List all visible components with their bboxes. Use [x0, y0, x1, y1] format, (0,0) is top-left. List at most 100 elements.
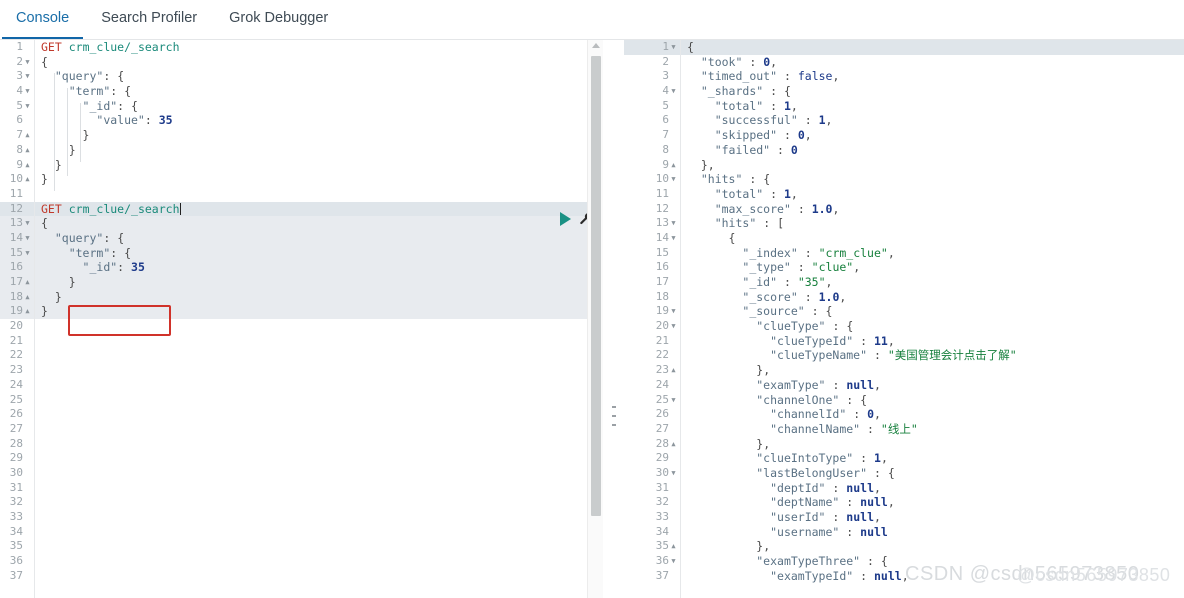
- code-line[interactable]: "timed_out" : false,: [681, 69, 1184, 84]
- code-line[interactable]: "hits" : {: [681, 172, 1184, 187]
- code-line[interactable]: [35, 187, 603, 202]
- code-line[interactable]: "channelOne" : {: [681, 393, 1184, 408]
- code-line[interactable]: }: [35, 172, 603, 187]
- code-line[interactable]: [35, 451, 603, 466]
- code-line[interactable]: },: [681, 363, 1184, 378]
- code-line[interactable]: "_score" : 1.0,: [681, 290, 1184, 305]
- code-line[interactable]: "clueTypeName" : "美国管理会计点击了解": [681, 348, 1184, 363]
- code-line[interactable]: "channelId" : 0,: [681, 407, 1184, 422]
- fold-toggle-icon[interactable]: ▼: [669, 216, 678, 231]
- fold-toggle-icon[interactable]: ▲: [669, 363, 678, 378]
- request-pane[interactable]: 1 2 ▼ 3 ▼ 4 ▼ 5 ▼ 6 7 ▲ 8 ▲ 9 ▲ 10 ▲ 11 12 13 ▼ 14 ▼ 15 ▼ 16 17 ▲ 18 ▲…: [0, 40, 603, 598]
- code-line[interactable]: "value": 35: [35, 113, 603, 128]
- code-line[interactable]: "max_score" : 1.0,: [681, 202, 1184, 217]
- code-line[interactable]: "term": {: [35, 84, 603, 99]
- code-line[interactable]: },: [681, 539, 1184, 554]
- code-line[interactable]: "query": {: [35, 69, 603, 84]
- code-line[interactable]: GET crm_clue/_search: [35, 201, 603, 217]
- fold-toggle-icon[interactable]: ▼: [669, 554, 678, 569]
- code-line[interactable]: "took" : 0,: [681, 55, 1184, 70]
- fold-toggle-icon[interactable]: ▲: [669, 437, 678, 452]
- code-line[interactable]: [35, 510, 603, 525]
- code-line[interactable]: {: [681, 231, 1184, 246]
- code-line[interactable]: }: [35, 128, 603, 143]
- fold-toggle-icon[interactable]: ▲: [23, 128, 32, 143]
- code-line[interactable]: [35, 334, 603, 349]
- tab-grok-debugger[interactable]: Grok Debugger: [213, 0, 344, 38]
- code-line[interactable]: [35, 437, 603, 452]
- code-line[interactable]: [35, 481, 603, 496]
- pane-splitter[interactable]: [603, 40, 624, 598]
- code-line[interactable]: [35, 363, 603, 378]
- fold-toggle-icon[interactable]: ▼: [669, 304, 678, 319]
- code-line[interactable]: [35, 319, 603, 334]
- request-vertical-scrollbar[interactable]: [587, 40, 603, 598]
- fold-toggle-icon[interactable]: ▼: [669, 172, 678, 187]
- code-line[interactable]: "channelName" : "线上": [681, 422, 1184, 437]
- scroll-up-arrow-icon[interactable]: [592, 43, 600, 48]
- code-line[interactable]: [35, 539, 603, 554]
- fold-toggle-icon[interactable]: ▼: [23, 246, 32, 261]
- code-line[interactable]: "term": {: [35, 245, 603, 261]
- code-line[interactable]: "clueIntoType" : 1,: [681, 451, 1184, 466]
- code-line[interactable]: "clueTypeId" : 11,: [681, 334, 1184, 349]
- fold-toggle-icon[interactable]: ▼: [23, 216, 32, 231]
- code-line[interactable]: [35, 378, 603, 393]
- code-line[interactable]: "_type" : "clue",: [681, 260, 1184, 275]
- fold-toggle-icon[interactable]: ▲: [23, 158, 32, 173]
- tab-console[interactable]: Console: [0, 0, 85, 39]
- code-line[interactable]: {: [35, 216, 603, 231]
- code-line[interactable]: [35, 525, 603, 540]
- code-line[interactable]: },: [681, 437, 1184, 452]
- code-line[interactable]: [35, 466, 603, 481]
- code-line[interactable]: {: [681, 40, 1184, 55]
- code-line[interactable]: "lastBelongUser" : {: [681, 466, 1184, 481]
- code-line[interactable]: GET crm_clue/_search: [35, 40, 603, 55]
- response-code-area[interactable]: { "took" : 0, "timed_out" : false, "_sha…: [681, 40, 1184, 598]
- code-line[interactable]: [35, 554, 603, 569]
- code-line[interactable]: }: [35, 304, 603, 320]
- code-line[interactable]: }: [35, 289, 603, 305]
- code-line[interactable]: }: [35, 143, 603, 158]
- fold-toggle-icon[interactable]: ▼: [23, 231, 32, 246]
- response-pane[interactable]: 1 ▼ 2 3 4 ▼ 5 6 7 8 9 ▲ 10 ▼ 11 12 13 ▼ 14 ▼ 15 16 17 18 19 ▼ 20 ▼ 2…: [624, 40, 1184, 598]
- fold-toggle-icon[interactable]: ▲: [669, 539, 678, 554]
- fold-toggle-icon[interactable]: ▲: [23, 143, 32, 158]
- code-line[interactable]: {: [35, 55, 603, 70]
- fold-toggle-icon[interactable]: ▲: [669, 158, 678, 173]
- code-line[interactable]: },: [681, 158, 1184, 173]
- fold-toggle-icon[interactable]: ▲: [23, 275, 32, 290]
- fold-toggle-icon[interactable]: ▼: [23, 55, 32, 70]
- code-line[interactable]: "deptName" : null,: [681, 495, 1184, 510]
- code-line[interactable]: "skipped" : 0,: [681, 128, 1184, 143]
- code-line[interactable]: "hits" : [: [681, 216, 1184, 231]
- code-line[interactable]: [35, 393, 603, 408]
- code-line[interactable]: [35, 495, 603, 510]
- code-line[interactable]: "total" : 1,: [681, 187, 1184, 202]
- code-line[interactable]: "_id": 35: [35, 260, 603, 275]
- fold-toggle-icon[interactable]: ▼: [669, 393, 678, 408]
- fold-toggle-icon[interactable]: ▼: [669, 231, 678, 246]
- code-line[interactable]: "_index" : "crm_clue",: [681, 246, 1184, 261]
- play-icon[interactable]: [560, 212, 571, 226]
- fold-toggle-icon[interactable]: ▲: [23, 304, 32, 319]
- fold-toggle-icon[interactable]: ▲: [23, 290, 32, 305]
- request-code-area[interactable]: GET crm_clue/_search{ "query": { "term":…: [35, 40, 603, 598]
- scrollbar-thumb[interactable]: [591, 56, 601, 516]
- fold-toggle-icon[interactable]: ▲: [23, 172, 32, 187]
- code-line[interactable]: [35, 569, 603, 584]
- code-line[interactable]: }: [35, 158, 603, 173]
- code-line[interactable]: [35, 422, 603, 437]
- code-line[interactable]: [35, 348, 603, 363]
- code-line[interactable]: "username" : null: [681, 525, 1184, 540]
- code-line[interactable]: [35, 407, 603, 422]
- code-line[interactable]: "_id": {: [35, 99, 603, 114]
- fold-toggle-icon[interactable]: ▼: [669, 40, 678, 55]
- fold-toggle-icon[interactable]: ▼: [669, 319, 678, 334]
- fold-toggle-icon[interactable]: ▼: [23, 99, 32, 114]
- splitter-grip-icon[interactable]: [612, 406, 616, 426]
- code-line[interactable]: "query": {: [35, 230, 603, 246]
- code-line[interactable]: "examType" : null,: [681, 378, 1184, 393]
- code-line[interactable]: "successful" : 1,: [681, 113, 1184, 128]
- code-line[interactable]: "userId" : null,: [681, 510, 1184, 525]
